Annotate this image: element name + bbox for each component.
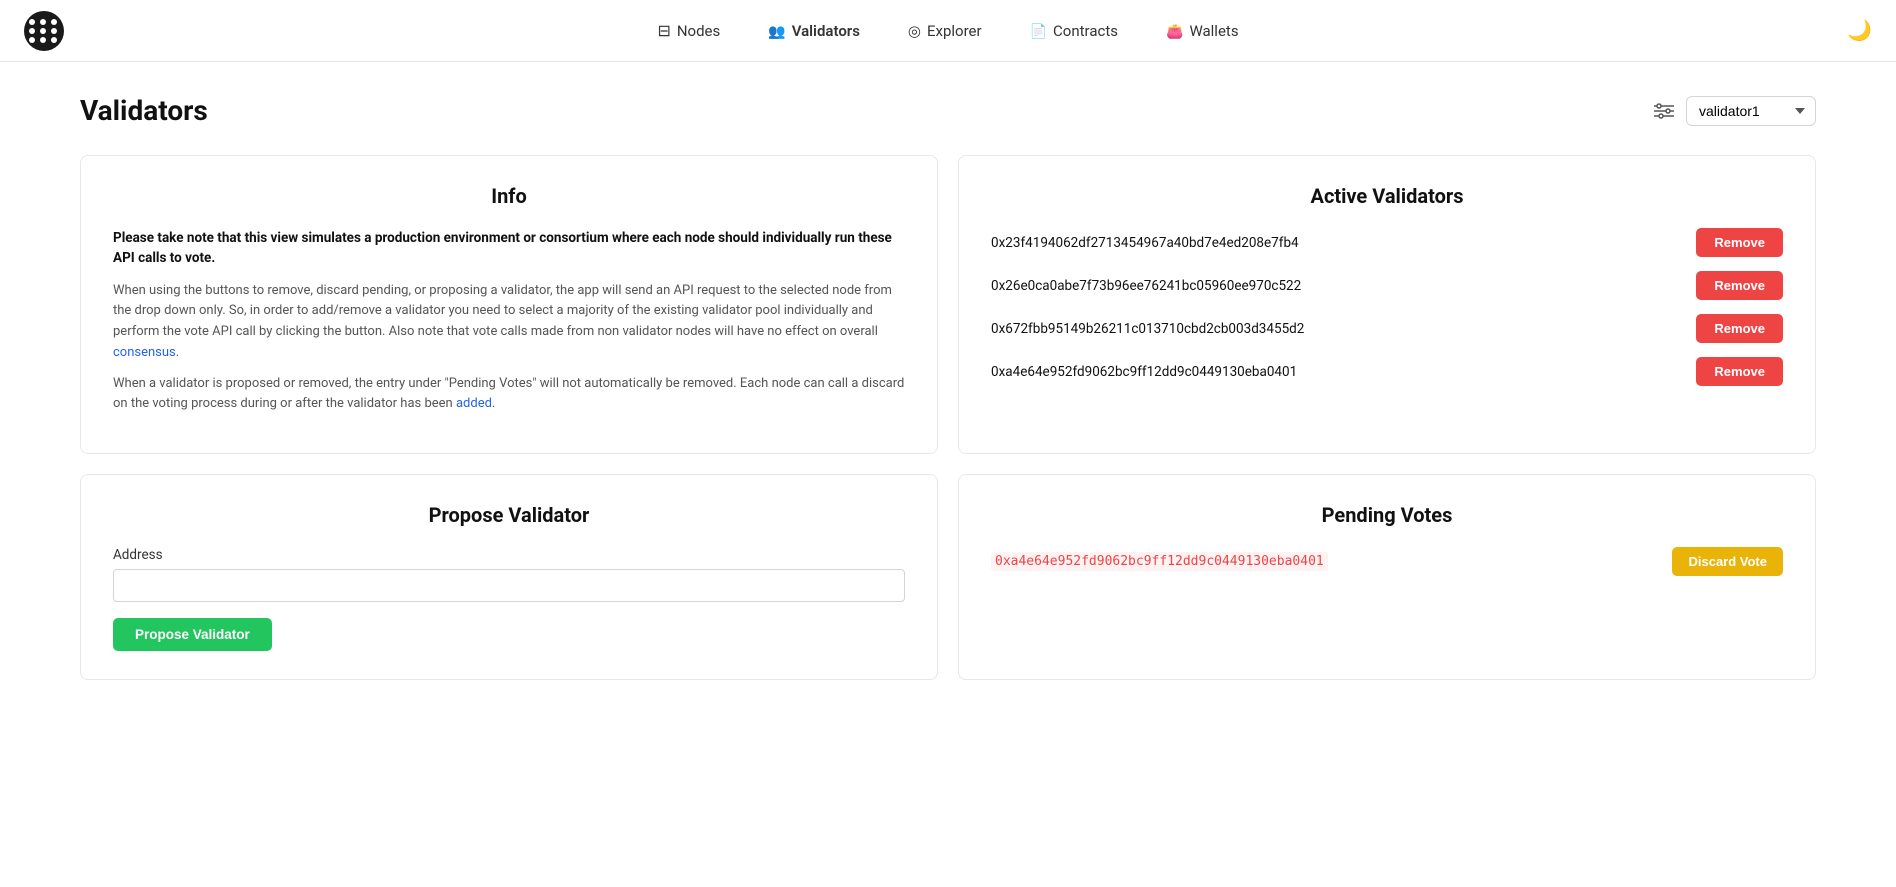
- active-validators-card: Active Validators 0x23f4194062df27134549…: [958, 155, 1816, 454]
- active-validators-title: Active Validators: [991, 184, 1783, 208]
- propose-validator-button[interactable]: Propose Validator: [113, 618, 272, 651]
- nav-center: Nodes Validators Explorer Contracts Wall…: [649, 17, 1246, 44]
- pending-vote-row: 0xa4e64e952fd9062bc9ff12dd9c0449130eba04…: [991, 547, 1783, 576]
- pending-vote-address-0: 0xa4e64e952fd9062bc9ff12dd9c0449130eba04…: [991, 552, 1328, 571]
- nav-item-explorer[interactable]: Explorer: [900, 18, 990, 44]
- discard-vote-button-0[interactable]: Discard Vote: [1672, 547, 1783, 576]
- nav-label-explorer: Explorer: [927, 22, 982, 40]
- validator-address-2: 0x672fbb95149b26211c013710cbd2cb003d3455…: [991, 321, 1304, 337]
- page-title: Validators: [80, 94, 208, 127]
- remove-button-3[interactable]: Remove: [1696, 357, 1783, 386]
- wallets-icon: [1166, 22, 1183, 40]
- explorer-icon: [908, 22, 921, 40]
- validator-row: 0x23f4194062df2713454967a40bd7e4ed208e7f…: [991, 228, 1783, 257]
- nav-label-nodes: Nodes: [677, 22, 720, 40]
- remove-button-2[interactable]: Remove: [1696, 314, 1783, 343]
- nav-label-validators: Validators: [792, 22, 860, 40]
- propose-validator-card: Propose Validator Address Propose Valida…: [80, 474, 938, 680]
- validator-address-1: 0x26e0ca0abe7f73b96ee76241bc05960ee970c5…: [991, 278, 1301, 294]
- validators-icon: [768, 22, 785, 40]
- propose-validator-title: Propose Validator: [113, 503, 905, 527]
- nodes-icon: [657, 21, 670, 40]
- address-input[interactable]: [113, 569, 905, 602]
- validator-address-0: 0x23f4194062df2713454967a40bd7e4ed208e7f…: [991, 235, 1299, 251]
- nav-item-nodes[interactable]: Nodes: [649, 17, 728, 44]
- nav-label-wallets: Wallets: [1189, 22, 1238, 40]
- remove-button-0[interactable]: Remove: [1696, 228, 1783, 257]
- validator-row: 0x26e0ca0abe7f73b96ee76241bc05960ee970c5…: [991, 271, 1783, 300]
- cards-grid: Info Please take note that this view sim…: [80, 155, 1816, 680]
- pending-votes-title: Pending Votes: [991, 503, 1783, 527]
- filter-icon: [1654, 103, 1674, 119]
- validator-dropdown[interactable]: validator1 validator2 validator3: [1686, 96, 1816, 126]
- nav-right: 🌙: [1847, 18, 1872, 43]
- info-card-title: Info: [113, 184, 905, 208]
- validator-row: 0x672fbb95149b26211c013710cbd2cb003d3455…: [991, 314, 1783, 343]
- info-bold-text: Please take note that this view simulate…: [113, 228, 905, 269]
- remove-button-1[interactable]: Remove: [1696, 271, 1783, 300]
- contracts-icon: [1030, 22, 1047, 40]
- nav-item-contracts[interactable]: Contracts: [1022, 18, 1126, 44]
- validator-address-3: 0xa4e64e952fd9062bc9ff12dd9c0449130eba04…: [991, 364, 1297, 380]
- filter-icon-button[interactable]: [1654, 103, 1674, 119]
- dark-mode-button[interactable]: 🌙: [1847, 18, 1872, 43]
- address-label: Address: [113, 547, 905, 563]
- header-right: validator1 validator2 validator3: [1654, 96, 1816, 126]
- nav-item-validators[interactable]: Validators: [760, 18, 868, 44]
- page-header: Validators validator1 validator2 validat…: [80, 94, 1816, 127]
- app-logo[interactable]: [24, 11, 64, 51]
- nav-label-contracts: Contracts: [1053, 22, 1118, 40]
- info-paragraph-1: When using the buttons to remove, discar…: [113, 281, 905, 364]
- nav-item-wallets[interactable]: Wallets: [1158, 18, 1247, 44]
- info-paragraph-2: When a validator is proposed or removed,…: [113, 374, 905, 416]
- validator-row: 0xa4e64e952fd9062bc9ff12dd9c0449130eba04…: [991, 357, 1783, 386]
- main-content: Validators validator1 validator2 validat…: [0, 62, 1896, 712]
- info-card: Info Please take note that this view sim…: [80, 155, 938, 454]
- navbar: Nodes Validators Explorer Contracts Wall…: [0, 0, 1896, 62]
- pending-votes-card: Pending Votes 0xa4e64e952fd9062bc9ff12dd…: [958, 474, 1816, 680]
